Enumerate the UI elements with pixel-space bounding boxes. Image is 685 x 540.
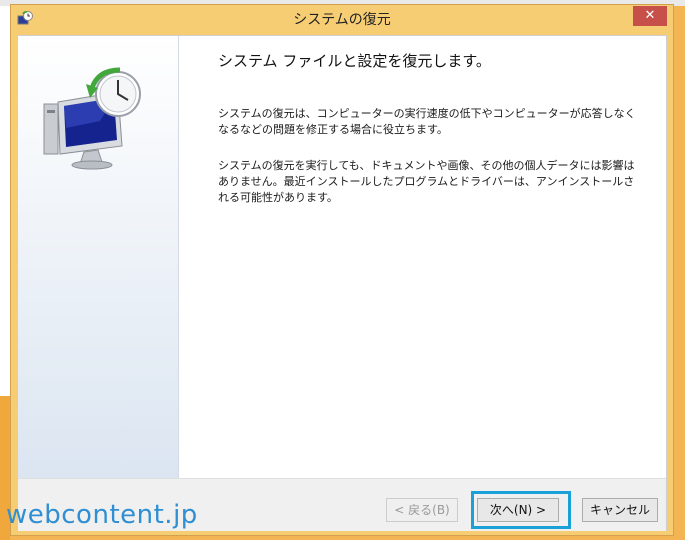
background-window-edge <box>0 6 10 396</box>
description-paragraph-1: システムの復元は、コンピューターの実行速度の低下やコンピューターが応答しなくなる… <box>218 107 636 136</box>
system-restore-window: システムの復元 ✕ システム ファイルと設定を復元します。 システムの復元は、コ… <box>10 4 674 536</box>
monitor-clock-restore-icon <box>43 67 141 170</box>
description-paragraph-2: システムの復元を実行しても、ドキュメントや画像、その他の個人データには影響はあり… <box>218 159 635 204</box>
next-button[interactable]: 次へ(N) > <box>477 498 559 522</box>
watermark-text: webcontent.jp <box>6 500 198 530</box>
title-bar[interactable]: システムの復元 ✕ <box>11 5 673 35</box>
dialog-client-area: システム ファイルと設定を復元します。 システムの復元は、コンピューターの実行速… <box>17 35 667 531</box>
wizard-sidebar <box>18 36 179 478</box>
close-button[interactable]: ✕ <box>633 6 667 26</box>
page-heading: システム ファイルと設定を復元します。 <box>218 52 491 70</box>
window-title: システムの復元 <box>293 12 391 28</box>
back-button[interactable]: < 戻る(B) <box>386 498 458 522</box>
cancel-button[interactable]: キャンセル <box>582 498 658 522</box>
